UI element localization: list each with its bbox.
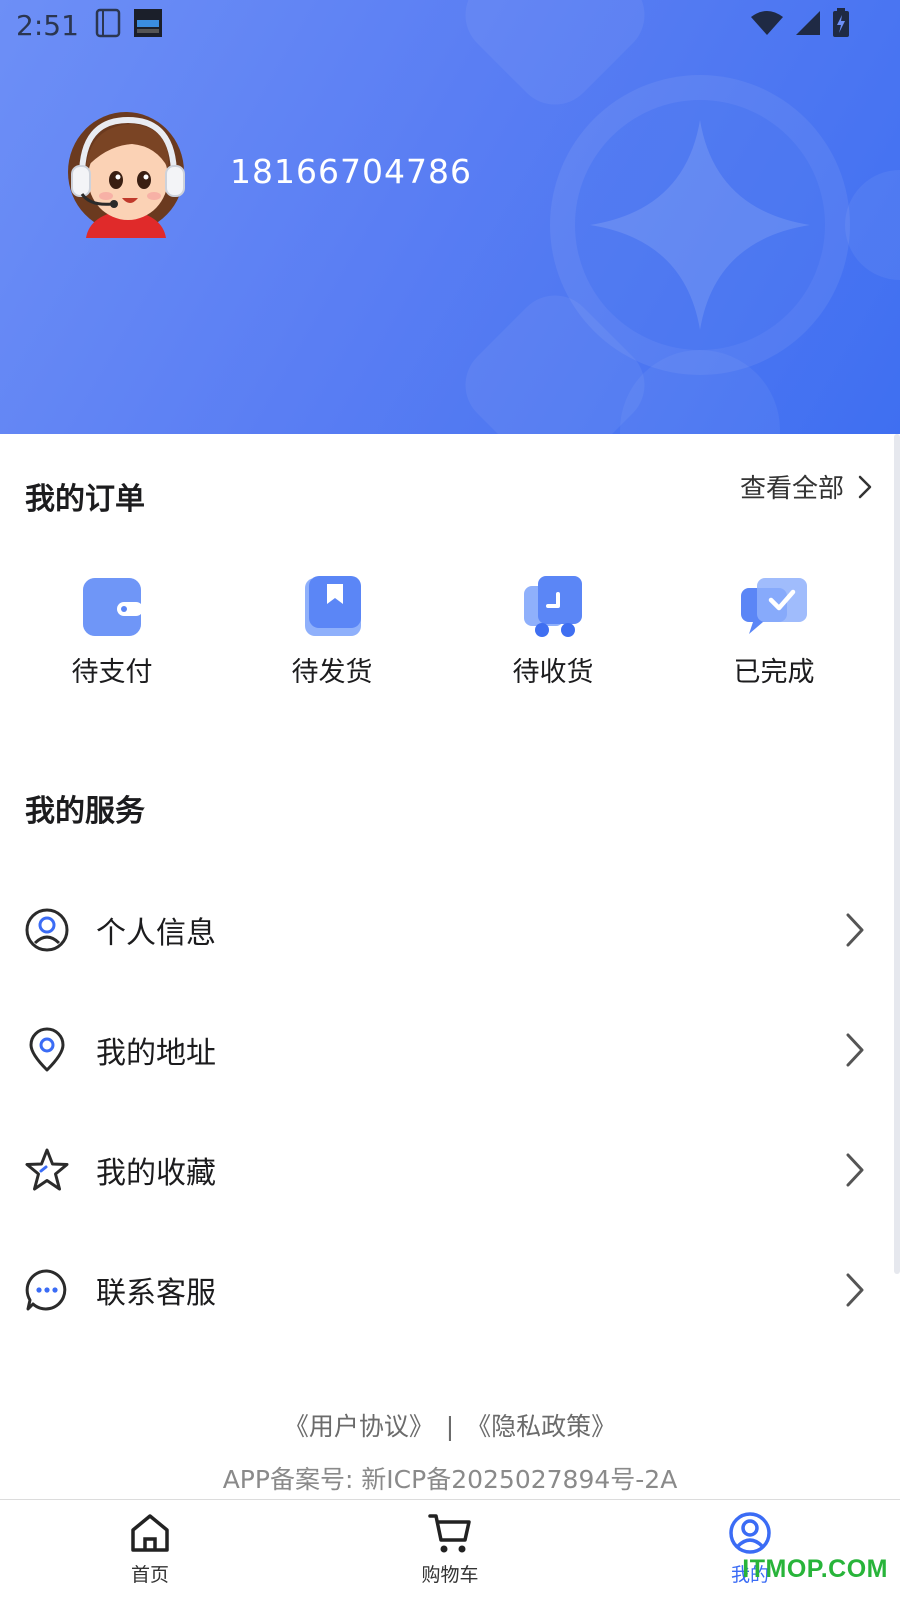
order-pending-payment[interactable]: 待支付 xyxy=(32,572,192,689)
chevron-right-icon xyxy=(846,1153,864,1187)
order-pending-receipt[interactable]: 待收货 xyxy=(473,572,633,689)
star-icon xyxy=(25,1148,69,1191)
status-icons-right xyxy=(750,8,850,42)
service-personal-info-label: 个人信息 xyxy=(96,916,216,951)
services-section-title: 我的服务 xyxy=(25,794,145,829)
tab-home[interactable]: 首页 xyxy=(90,1500,210,1600)
privacy-policy-link[interactable]: 《隐私政策》 xyxy=(464,1412,618,1441)
notebook-icon xyxy=(95,8,121,42)
service-contact-support-label: 联系客服 xyxy=(96,1276,216,1311)
view-all-orders-button[interactable]: 查看全部 xyxy=(740,468,872,505)
orders-section-title: 我的订单 xyxy=(25,482,145,517)
user-circle-icon xyxy=(25,908,69,952)
chat-bubble-icon xyxy=(25,1269,67,1311)
service-personal-info[interactable]: 个人信息 xyxy=(0,885,894,975)
icp-record-number: APP备案号: 新ICP备2025027894号-2A xyxy=(222,1465,678,1494)
order-pending-shipment-label: 待发货 xyxy=(291,657,373,688)
order-status-grid: 待支付 待发货 待收货 已完成 xyxy=(0,572,900,692)
profile-screen: 2:51 18166704786 我的订单 查看全部 待支付 待发货 待收货 已… xyxy=(0,0,900,1600)
legal-separator: | xyxy=(445,1412,455,1441)
user-avatar[interactable] xyxy=(60,106,192,238)
calendar-widget-icon xyxy=(133,8,163,42)
order-pending-shipment[interactable]: 待发货 xyxy=(252,572,412,689)
service-my-address[interactable]: 我的地址 xyxy=(0,1005,894,1095)
view-all-label: 查看全部 xyxy=(739,474,844,504)
service-my-favorites[interactable]: 我的收藏 xyxy=(0,1125,894,1215)
order-completed-label: 已完成 xyxy=(733,657,815,688)
home-icon xyxy=(131,1514,169,1552)
status-time: 2:51 xyxy=(16,8,79,42)
legal-links: 《用户协议》 | 《隐私政策》 xyxy=(0,1407,900,1443)
profile-header: 2:51 18166704786 xyxy=(0,0,900,434)
cart-icon xyxy=(428,1514,471,1553)
battery-charging-icon xyxy=(832,8,850,42)
chevron-right-icon xyxy=(846,913,864,947)
delivery-truck-icon xyxy=(524,576,582,637)
wallet-icon xyxy=(83,578,143,636)
service-my-favorites-label: 我的收藏 xyxy=(96,1156,216,1191)
tab-profile[interactable]: 我的 xyxy=(690,1500,810,1600)
signal-icon xyxy=(794,9,822,41)
site-watermark: ITMOP.COM xyxy=(742,1555,888,1583)
order-completed[interactable]: 已完成 xyxy=(694,572,854,689)
bottom-tab-bar: 首页 购物车 我的 ITMOP.COM xyxy=(0,1499,900,1600)
tab-home-label: 首页 xyxy=(130,1564,169,1586)
status-bar: 2:51 xyxy=(0,0,900,50)
order-pending-payment-label: 待支付 xyxy=(71,657,153,688)
tab-cart[interactable]: 购物车 xyxy=(390,1500,510,1600)
service-my-address-label: 我的地址 xyxy=(96,1036,216,1071)
completed-check-icon xyxy=(741,578,807,634)
wifi-icon xyxy=(750,9,784,41)
location-pin-icon xyxy=(29,1027,65,1072)
chevron-right-icon xyxy=(846,1273,864,1307)
chevron-right-icon xyxy=(846,1033,864,1067)
service-contact-support[interactable]: 联系客服 xyxy=(0,1245,894,1335)
customer-service-avatar-icon xyxy=(68,112,185,238)
profile-icon xyxy=(729,1512,771,1554)
package-bookmark-icon xyxy=(305,576,361,636)
user-agreement-link[interactable]: 《用户协议》 xyxy=(282,1412,436,1441)
user-phone-number: 18166704786 xyxy=(230,152,472,191)
chevron-right-icon xyxy=(858,475,872,498)
order-pending-receipt-label: 待收货 xyxy=(512,657,594,688)
tab-cart-label: 购物车 xyxy=(421,1564,479,1586)
scrollbar[interactable] xyxy=(894,434,900,1274)
